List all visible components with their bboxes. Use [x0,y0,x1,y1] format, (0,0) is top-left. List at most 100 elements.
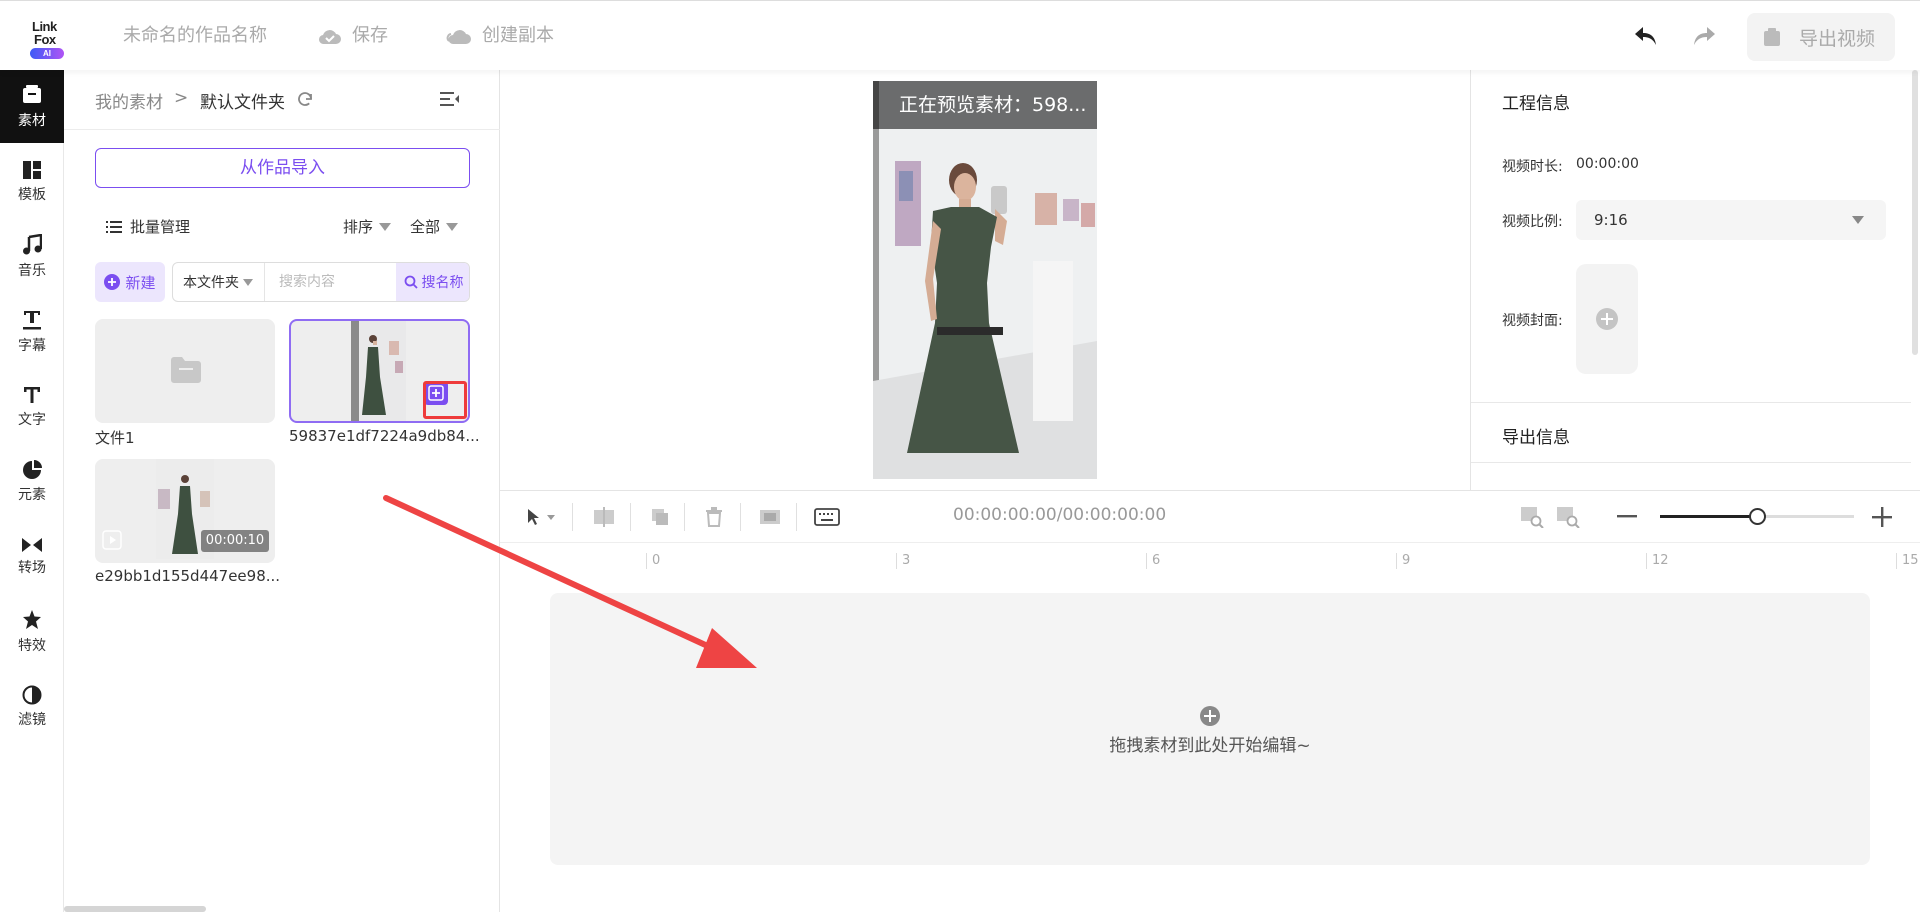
material-icon [23,84,41,103]
effect-icon [23,609,41,629]
material-panel: 我的素材 > 默认文件夹 从作品导入 批量管理 排序 全部 新建 本文件夹 搜名… [64,70,500,912]
tool-caret-icon [547,514,555,520]
sidebar-item-effect[interactable]: 特效 [0,595,64,668]
video-duration-badge: 00:00:10 [201,530,269,552]
ruler-tick: 15 [1896,553,1919,569]
preview-area: 正在预览素材：598... [500,70,1470,490]
undo-button[interactable] [1630,21,1662,51]
keyboard-shortcuts-button[interactable] [812,503,842,531]
info-scrollbar[interactable] [1912,70,1918,355]
refresh-icon[interactable] [296,91,314,109]
export-video-button[interactable]: 导出视频 [1747,13,1895,61]
sidebar-item-material[interactable]: 素材 [0,70,64,143]
copy-label: 创建副本 [482,25,554,46]
sidebar-label-text: 文字 [18,411,46,428]
list-icon [106,220,122,233]
batch-manage-button[interactable]: 批量管理 [106,216,190,237]
search-bar: 本文件夹 搜名称 [172,262,470,302]
ratio-caret-icon [1852,216,1864,224]
filter-icon [22,685,42,704]
linkfox-logo[interactable]: Link Fox AI [28,19,68,61]
sidebar-label-element: 元素 [18,486,46,503]
duration-label: 视频时长: [1502,159,1563,175]
breadcrumb-current-folder: 默认文件夹 [200,93,285,113]
export-info-title: 导出信息 [1502,428,1570,448]
drop-hint-text: 拖拽素材到此处开始编辑~ [1109,736,1311,756]
zoom-slider-handle[interactable] [1749,508,1766,525]
zoom-fit-icon [1521,507,1544,528]
select-tool-dropdown[interactable] [544,503,558,531]
frame-icon [760,510,780,524]
video-name: 59837e1df7224a9db84... [289,427,480,445]
timeline-drop-zone[interactable]: 拖拽素材到此处开始编辑~ [550,593,1870,865]
redo-icon [1694,27,1715,45]
export-label: 导出视频 [1799,27,1876,50]
cloud-save-icon [318,30,341,45]
export-icon [1764,28,1780,46]
plus-circle-icon [1200,706,1220,726]
zoom-fit-button[interactable] [1518,503,1546,531]
split-icon [594,507,614,527]
new-folder-button[interactable]: 新建 [95,262,165,302]
create-copy-button[interactable]: 创建副本 [446,23,554,49]
search-by-name-button[interactable]: 搜名称 [396,263,469,301]
sidebar-item-element[interactable]: 元素 [0,445,64,518]
copy-icon [652,509,668,525]
panel-scrollbar[interactable] [64,906,206,912]
info-divider [1471,462,1911,463]
search-input[interactable] [273,263,391,301]
sort-caret-icon [379,222,392,231]
sidebar-item-subtitle[interactable]: 字幕 [0,295,64,368]
video-thumbnail [351,321,406,421]
zoom-in-button[interactable] [1868,503,1896,531]
project-name[interactable]: 未命名的作品名称 [123,23,267,49]
toolbar-divider [796,503,797,531]
sidebar-item-template[interactable]: 模板 [0,145,64,218]
breadcrumb-my-material[interactable]: 我的素材 [95,88,163,113]
sidebar-item-filter[interactable]: 滤镜 [0,670,64,743]
redo-button[interactable] [1688,21,1720,51]
split-button[interactable] [590,503,618,531]
cloud-copy-icon [446,30,471,44]
sidebar-label-subtitle: 字幕 [18,337,46,354]
transition-icon [22,537,42,552]
ruler-tick: 0 [646,553,660,569]
video-preview[interactable]: 正在预览素材：598... [873,81,1097,479]
keyboard-icon [814,508,840,526]
sidebar-item-text[interactable]: 文字 [0,370,64,443]
copy-clip-button[interactable] [646,503,674,531]
ratio-select[interactable]: 9:16 [1576,200,1886,240]
zoom-clip-button[interactable] [1554,503,1582,531]
undo-icon [1635,27,1656,45]
zoom-slider[interactable] [1660,508,1854,525]
ruler-tick: 3 [896,553,910,569]
freeze-frame-button[interactable] [756,503,784,531]
subtitle-icon [23,310,41,329]
filter-all-dropdown[interactable]: 全部 [410,216,459,237]
timeline-ruler[interactable]: 0 3 6 9 12 15 [500,543,1920,573]
sort-label: 排序 [343,218,374,236]
sidebar-item-music[interactable]: 音乐 [0,220,64,293]
import-from-works-button[interactable]: 从作品导入 [95,148,470,188]
search-scope-select[interactable]: 本文件夹 [173,263,265,301]
video-card[interactable]: 00:00:10 [95,459,275,563]
ratio-value: 9:16 [1594,211,1628,229]
ruler-tick: 12 [1646,553,1669,569]
cover-upload[interactable] [1576,264,1638,374]
trash-icon [706,507,722,527]
sort-dropdown[interactable]: 排序 [343,216,392,237]
sidebar-item-transition[interactable]: 转场 [0,520,64,593]
filter-caret-icon [446,222,459,231]
save-label: 保存 [352,25,388,46]
zoom-out-button[interactable] [1613,503,1641,531]
save-button[interactable]: 保存 [318,23,388,49]
highlight-box [423,381,467,419]
folder-card[interactable] [95,319,275,423]
collapse-panel-icon[interactable] [439,90,461,108]
folder-name: 文件1 [95,429,135,447]
duration-value: 00:00:00 [1576,156,1639,172]
top-bar: Link Fox AI 未命名的作品名称 保存 创建副本 导出视频 [0,0,1920,70]
logo-text-fox: Fox [34,32,56,47]
search-icon [404,275,418,289]
delete-button[interactable] [700,503,728,531]
